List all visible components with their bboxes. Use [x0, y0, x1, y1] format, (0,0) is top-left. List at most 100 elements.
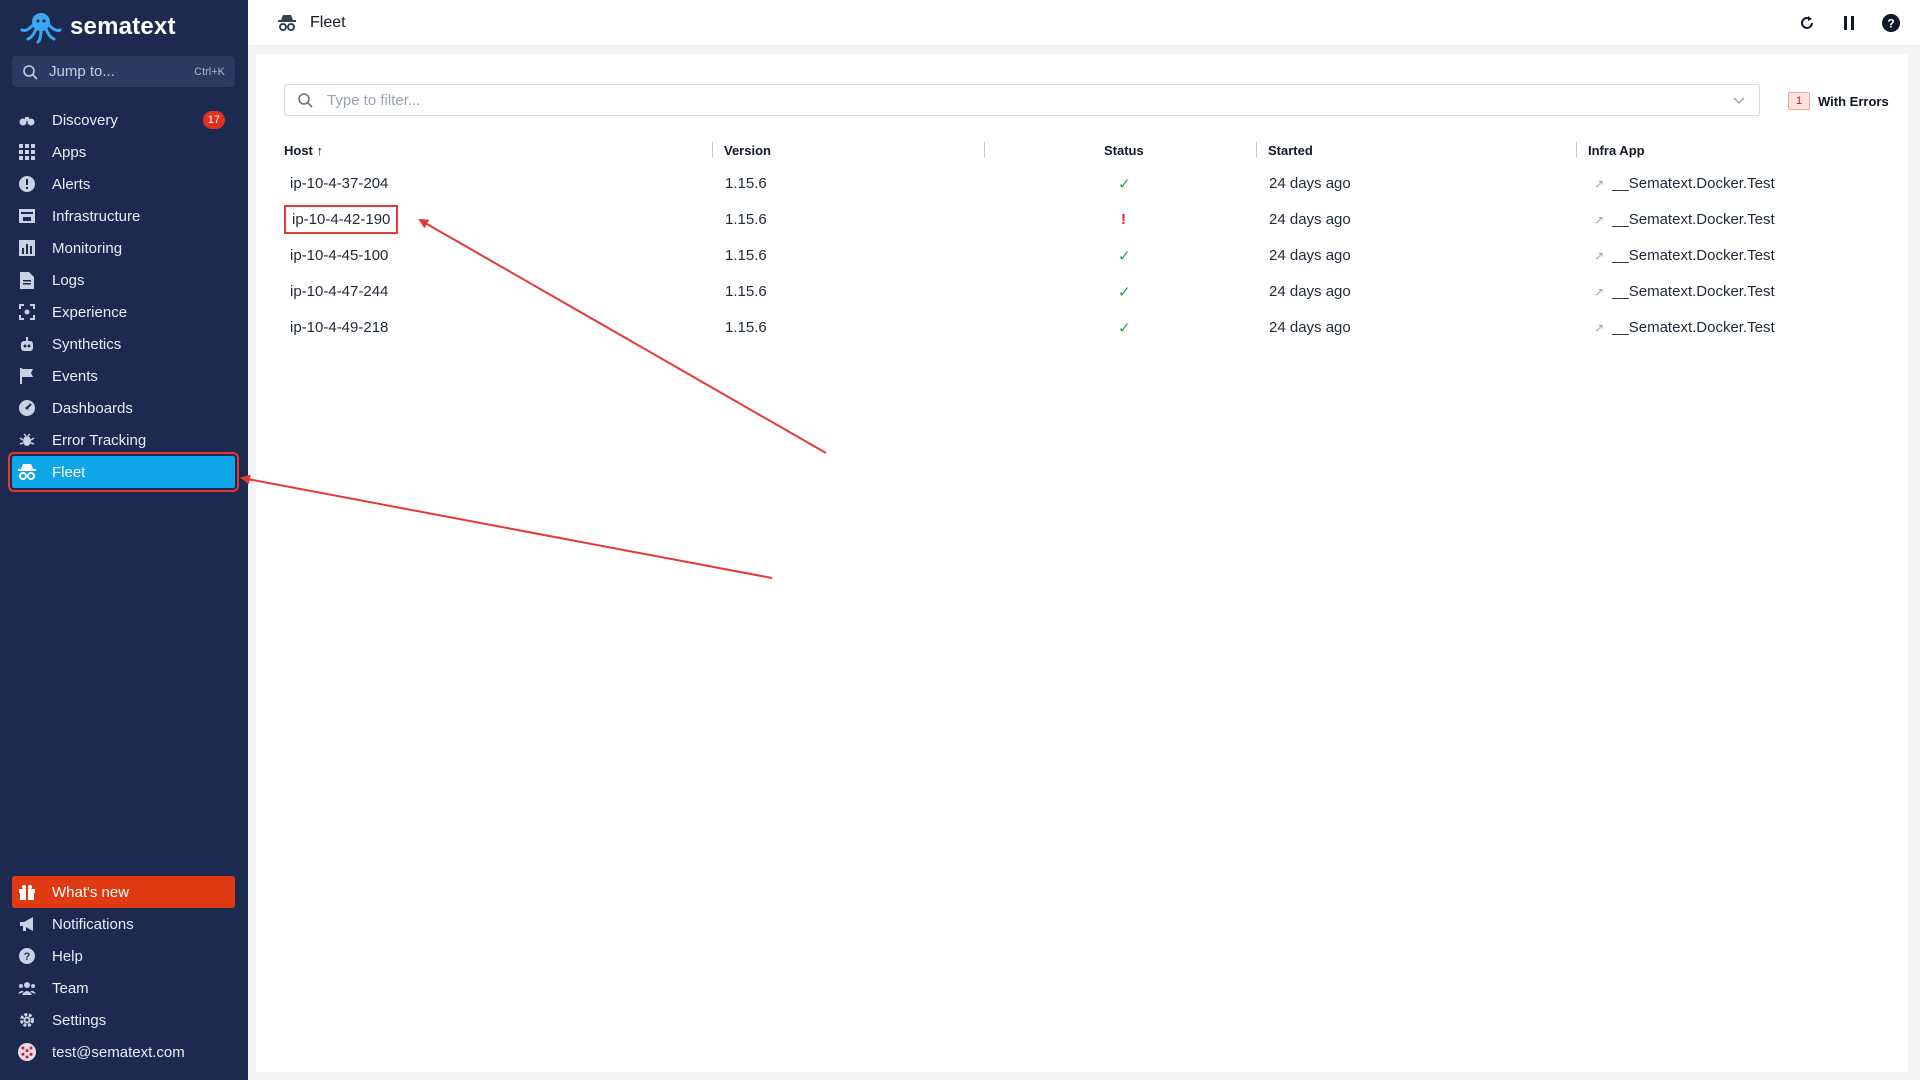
host-cell[interactable]: ip-10-4-45-100 [290, 247, 388, 264]
infra-app-link[interactable]: ↗ __Sematext.Docker.Test [1594, 319, 1775, 336]
sidebar-item-label: Apps [52, 143, 87, 161]
search-icon [298, 93, 313, 108]
started-cell: 24 days ago [1269, 175, 1351, 192]
table-row[interactable]: ip-10-4-49-218 1.15.6 ✓ 24 days ago ↗ __S… [284, 310, 1864, 346]
sidebar-item-account[interactable]: test@sematext.com [12, 1036, 235, 1068]
avatar-icon [18, 1043, 36, 1061]
column-started[interactable]: Started [1268, 143, 1313, 158]
external-link-icon: ↗ [1594, 213, 1605, 227]
status-ok-icon: ✓ [1118, 320, 1131, 337]
jump-to-search[interactable]: Jump to... Ctrl+K [12, 56, 235, 87]
host-cell[interactable]: ip-10-4-37-204 [290, 175, 388, 192]
status-ok-icon: ✓ [1118, 176, 1131, 193]
infra-app-name: __Sematext.Docker.Test [1612, 283, 1775, 300]
gift-icon [18, 883, 36, 901]
top-bar: Fleet ? [248, 0, 1920, 46]
sidebar-item-label: Dashboards [52, 399, 133, 417]
status-ok-icon: ✓ [1118, 284, 1131, 301]
external-link-icon: ↗ [1594, 321, 1605, 335]
column-divider[interactable] [1256, 142, 1257, 158]
alert-icon [18, 175, 36, 193]
column-divider[interactable] [1576, 142, 1577, 158]
sidebar-item-discovery[interactable]: Discovery 17 [12, 104, 235, 136]
host-cell[interactable]: ip-10-4-47-244 [290, 283, 388, 300]
sidebar-item-label: Experience [52, 303, 128, 321]
notification-badge: 17 [202, 111, 225, 129]
sidebar-item-fleet[interactable]: Fleet [8, 452, 239, 492]
sidebar-item-notifications[interactable]: Notifications [12, 908, 235, 940]
host-cell[interactable]: ip-10-4-49-218 [290, 319, 388, 336]
server-icon [18, 207, 36, 225]
sidebar-item-experience[interactable]: Experience [12, 296, 235, 328]
sidebar-item-team[interactable]: Team [12, 972, 235, 1004]
started-cell: 24 days ago [1269, 247, 1351, 264]
version-cell: 1.15.6 [725, 247, 767, 264]
chevron-down-icon[interactable] [1731, 92, 1747, 108]
spy-icon [18, 463, 36, 481]
sidebar-item-logs[interactable]: Logs [12, 264, 235, 296]
sidebar-item-whats-new[interactable]: What's new [12, 876, 235, 908]
column-status[interactable]: Status [1104, 143, 1144, 158]
column-divider[interactable] [984, 142, 985, 158]
status-ok-icon: ✓ [1118, 248, 1131, 265]
version-cell: 1.15.6 [725, 319, 767, 336]
bar-chart-icon [18, 239, 36, 257]
infra-app-name: __Sematext.Docker.Test [1612, 211, 1775, 228]
column-host[interactable]: Host ↑ [284, 143, 323, 158]
spy-icon [278, 14, 296, 31]
pause-icon[interactable] [1840, 14, 1858, 32]
sidebar-item-help[interactable]: ? Help [12, 940, 235, 972]
infra-app-link[interactable]: ↗ __Sematext.Docker.Test [1594, 211, 1775, 228]
column-divider[interactable] [712, 142, 713, 158]
with-errors-toggle[interactable]: 1 With Errors [1788, 92, 1889, 110]
table-row[interactable]: ip-10-4-37-204 1.15.6 ✓ 24 days ago ↗ __S… [284, 166, 1864, 202]
infra-app-name: __Sematext.Docker.Test [1612, 319, 1775, 336]
grid-icon [18, 143, 36, 161]
sidebar-item-label: Logs [52, 271, 85, 289]
svg-text:?: ? [1887, 17, 1894, 31]
table-row[interactable]: ip-10-4-42-190 1.15.6 ! 24 days ago ↗ __S… [283, 202, 1864, 238]
brand[interactable]: sematext [0, 0, 248, 54]
bug-icon [18, 431, 36, 449]
gauge-icon [18, 399, 36, 417]
binoculars-icon [18, 111, 36, 129]
sidebar-item-label: Monitoring [52, 239, 123, 257]
fleet-panel: 1 With Errors Host ↑ Version Status Star… [256, 54, 1908, 1072]
filter-box[interactable] [284, 84, 1760, 116]
sidebar-item-settings[interactable]: Settings [12, 1004, 235, 1036]
started-cell: 24 days ago [1269, 319, 1351, 336]
column-version[interactable]: Version [724, 143, 771, 158]
gear-icon [18, 1011, 36, 1029]
table-row[interactable]: ip-10-4-45-100 1.15.6 ✓ 24 days ago ↗ __S… [284, 238, 1864, 274]
started-cell: 24 days ago [1269, 283, 1351, 300]
filter-input[interactable] [327, 91, 1731, 109]
sidebar-item-apps[interactable]: Apps [12, 136, 235, 168]
sidebar-item-error-tracking[interactable]: Error Tracking [12, 424, 235, 456]
infra-app-link[interactable]: ↗ __Sematext.Docker.Test [1594, 283, 1775, 300]
status-error-icon: ! [1121, 211, 1126, 228]
jump-to-placeholder: Jump to... [49, 63, 115, 80]
sidebar-item-infrastructure[interactable]: Infrastructure [12, 200, 235, 232]
errors-count-badge: 1 [1788, 92, 1810, 110]
infra-app-link[interactable]: ↗ __Sematext.Docker.Test [1594, 175, 1775, 192]
host-cell[interactable]: ip-10-4-42-190 [283, 205, 399, 234]
sidebar-item-label: Team [52, 979, 89, 997]
sidebar-item-alerts[interactable]: Alerts [12, 168, 235, 200]
infra-app-name: __Sematext.Docker.Test [1612, 175, 1775, 192]
external-link-icon: ↗ [1594, 249, 1605, 263]
sidebar-item-label: Fleet [52, 463, 86, 481]
sidebar-item-events[interactable]: Events [12, 360, 235, 392]
sidebar-item-monitoring[interactable]: Monitoring [12, 232, 235, 264]
octopus-logo-icon [20, 13, 62, 44]
sidebar-item-label: Settings [52, 1011, 107, 1029]
help-icon: ? [18, 947, 36, 965]
column-infra-app[interactable]: Infra App [1588, 143, 1645, 158]
sidebar-item-synthetics[interactable]: Synthetics [12, 328, 235, 360]
table-row[interactable]: ip-10-4-47-244 1.15.6 ✓ 24 days ago ↗ __S… [284, 274, 1864, 310]
version-cell: 1.15.6 [725, 175, 767, 192]
sidebar-item-dashboards[interactable]: Dashboards [12, 392, 235, 424]
help-icon[interactable]: ? [1882, 14, 1900, 32]
sidebar-item-label: Synthetics [52, 335, 122, 353]
infra-app-link[interactable]: ↗ __Sematext.Docker.Test [1594, 247, 1775, 264]
refresh-icon[interactable] [1798, 14, 1816, 32]
